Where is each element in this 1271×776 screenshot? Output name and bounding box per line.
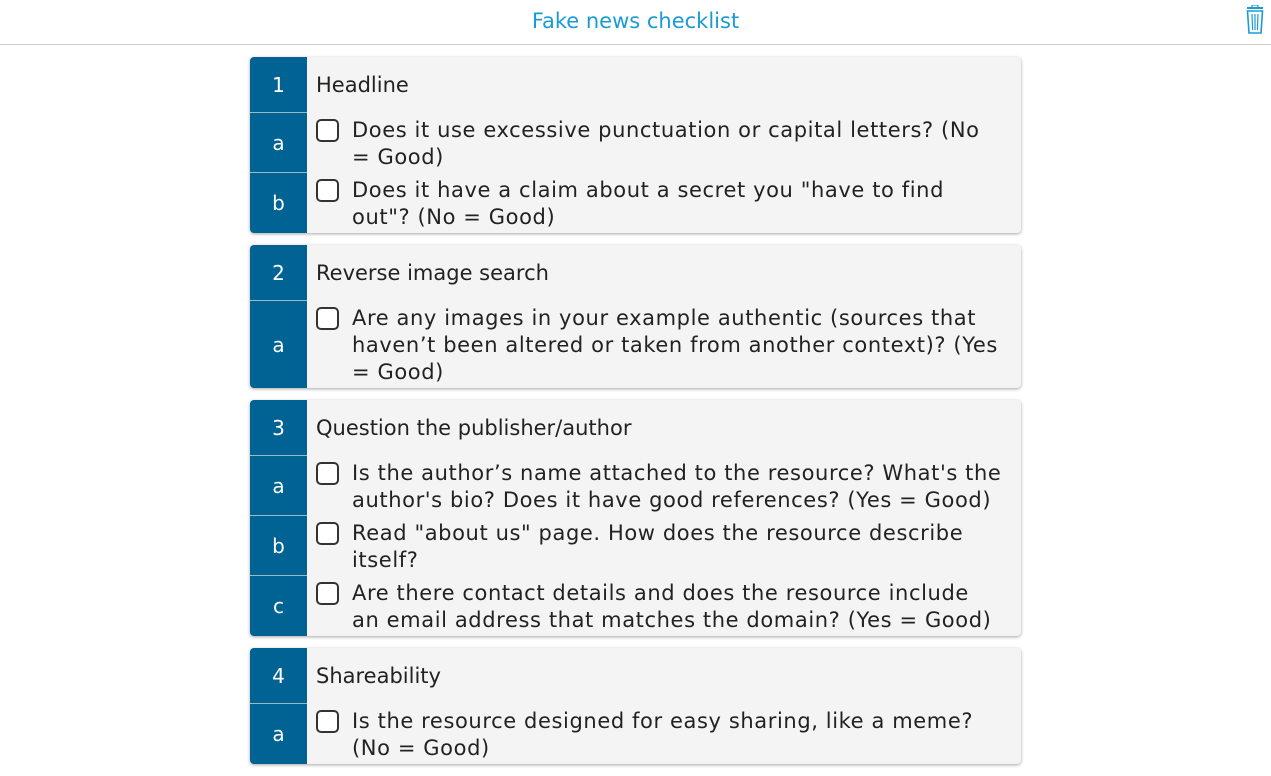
item-text: Are there contact details and does the r… [352,581,992,632]
checklist-item-body: Read "about us" page. How does the resou… [307,516,1021,576]
section-headline: 1 Headline a Does it use excessive punct… [250,57,1021,233]
checklist-item: c Are there contact details and does the… [250,576,1021,636]
section-heading-row: 3 Question the publisher/author [250,400,1021,456]
section-number: 3 [250,400,307,456]
section-title: Headline [316,73,409,97]
section-title: Reverse image search [316,261,549,285]
item-letter: a [250,301,307,388]
item-text: Does it have a claim about a secret you … [352,178,945,229]
checklist-item: a Does it use excessive punctuation or c… [250,113,1021,173]
item-checkbox[interactable] [316,462,339,485]
section-heading-row: 1 Headline [250,57,1021,113]
item-checkbox[interactable] [316,119,339,142]
checklist-item-body: Does it use excessive punctuation or cap… [307,113,1021,173]
checklist-item: a Is the resource designed for easy shar… [250,704,1021,764]
checklist-item-body: Is the resource designed for easy sharin… [307,704,1021,764]
item-letter: c [250,576,307,636]
checklist-item: b Does it have a claim about a secret yo… [250,173,1021,233]
item-checkbox[interactable] [316,522,339,545]
checklist-item-body: Is the author’s name attached to the res… [307,456,1021,516]
section-number: 4 [250,648,307,704]
checklist-item: a Is the author’s name attached to the r… [250,456,1021,516]
page-title: Fake news checklist [531,9,740,33]
item-letter: b [250,516,307,576]
checklist: 1 Headline a Does it use excessive punct… [250,57,1021,776]
checklist-item-body: Are there contact details and does the r… [307,576,1021,636]
section-title: Question the publisher/author [316,416,632,440]
section-title: Shareability [316,664,441,688]
item-letter: a [250,113,307,173]
checklist-item: a Are any images in your example authent… [250,301,1021,388]
checklist-item-body: Does it have a claim about a secret you … [307,173,1021,233]
item-letter: a [250,704,307,764]
item-letter: b [250,173,307,233]
item-checkbox[interactable] [316,710,339,733]
section-shareability: 4 Shareability a Is the resource designe… [250,648,1021,764]
section-reverse-image-search: 2 Reverse image search a Are any images … [250,245,1021,388]
item-checkbox[interactable] [316,582,339,605]
item-letter: a [250,456,307,516]
section-heading-row: 4 Shareability [250,648,1021,704]
section-heading-row: 2 Reverse image search [250,245,1021,301]
section-publisher-author: 3 Question the publisher/author a Is the… [250,400,1021,636]
item-text: Is the author’s name attached to the res… [352,461,1002,512]
trash-icon[interactable] [1243,4,1267,35]
item-text: Read "about us" page. How does the resou… [352,521,964,572]
checklist-item-body: Are any images in your example authentic… [307,301,1021,388]
section-number: 1 [250,57,307,113]
item-text: Is the resource designed for easy sharin… [352,709,974,760]
checklist-item: b Read "about us" page. How does the res… [250,516,1021,576]
section-number: 2 [250,245,307,301]
item-text: Are any images in your example authentic… [352,306,998,384]
item-checkbox[interactable] [316,307,339,330]
app-header: Fake news checklist [0,0,1271,45]
item-checkbox[interactable] [316,179,339,202]
item-text: Does it use excessive punctuation or cap… [352,118,980,169]
